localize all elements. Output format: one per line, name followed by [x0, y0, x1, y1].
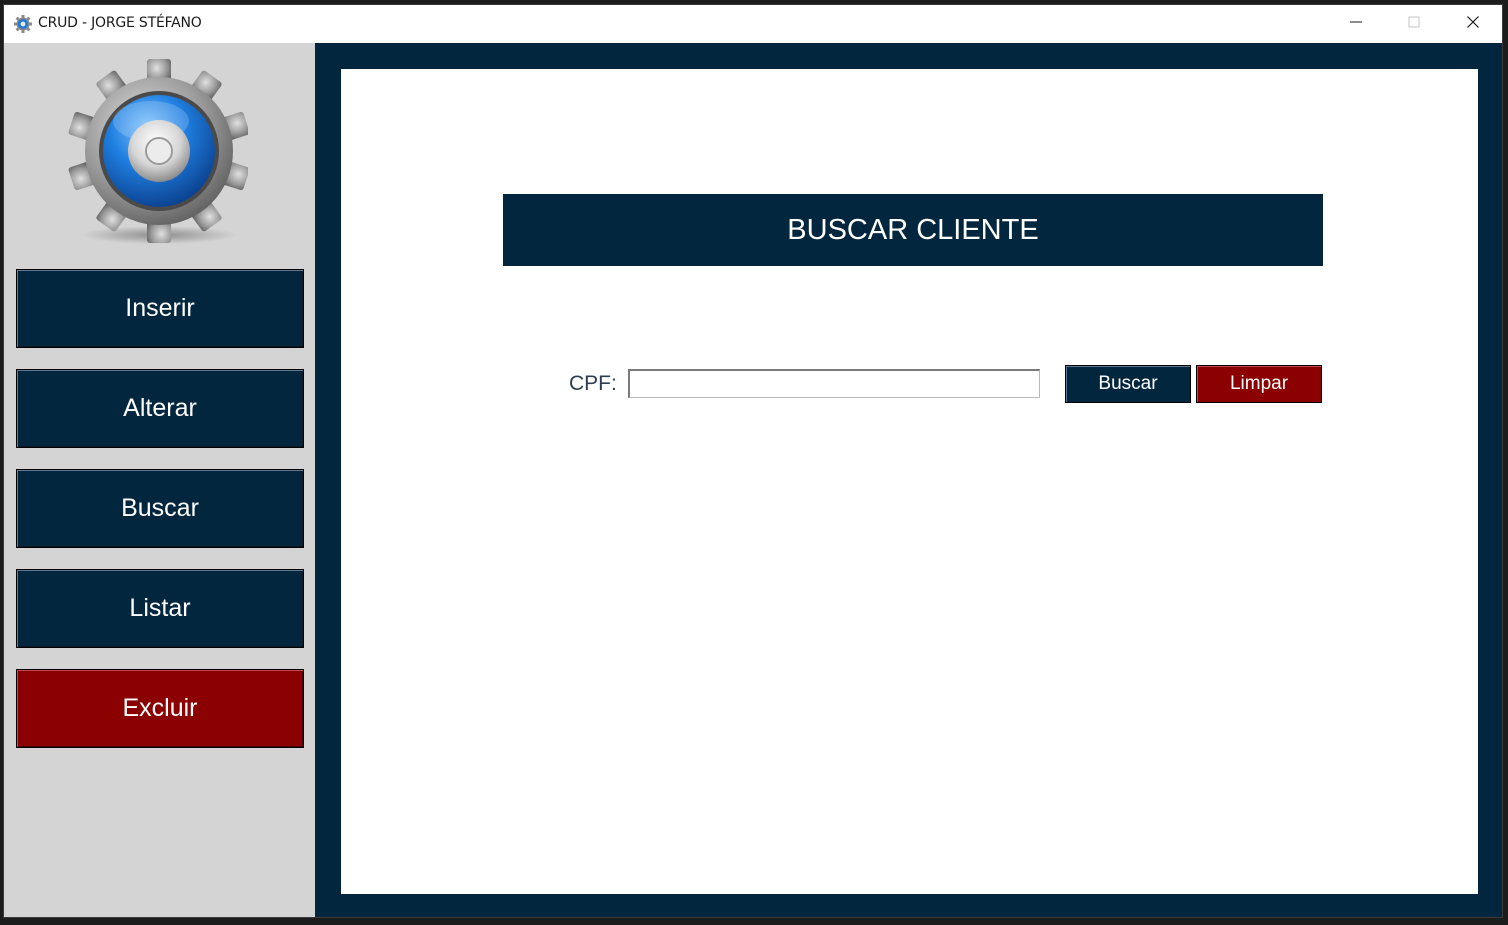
- close-button[interactable]: [1444, 5, 1502, 43]
- maximize-icon: [1407, 15, 1421, 34]
- close-icon: [1466, 15, 1480, 34]
- search-button[interactable]: Buscar: [1065, 365, 1191, 403]
- cpf-label: CPF:: [569, 372, 617, 395]
- gear-app-icon: [14, 15, 32, 33]
- gear-logo-icon: [66, 55, 250, 245]
- app-window: CRUD - JORGE STÉFANO Inserir Alterar Bus…: [3, 4, 1503, 918]
- title-bar[interactable]: CRUD - JORGE STÉFANO: [4, 5, 1502, 43]
- clear-button[interactable]: Limpar: [1196, 365, 1322, 403]
- search-nav-button[interactable]: Buscar: [16, 469, 304, 548]
- minimize-button[interactable]: [1327, 5, 1385, 43]
- content-panel: BUSCAR CLIENTE CPF: Buscar Limpar: [341, 69, 1478, 894]
- list-button[interactable]: Listar: [16, 569, 304, 648]
- window-title: CRUD - JORGE STÉFANO: [38, 15, 202, 31]
- maximize-button[interactable]: [1385, 5, 1443, 43]
- minimize-icon: [1349, 15, 1363, 34]
- page-title: BUSCAR CLIENTE: [503, 194, 1323, 266]
- sidebar: Inserir Alterar Buscar Listar Excluir: [4, 43, 315, 917]
- cpf-input[interactable]: [628, 369, 1040, 398]
- main-area: BUSCAR CLIENTE CPF: Buscar Limpar: [315, 43, 1502, 917]
- insert-button[interactable]: Inserir: [16, 269, 304, 348]
- delete-button[interactable]: Excluir: [16, 669, 304, 748]
- update-button[interactable]: Alterar: [16, 369, 304, 448]
